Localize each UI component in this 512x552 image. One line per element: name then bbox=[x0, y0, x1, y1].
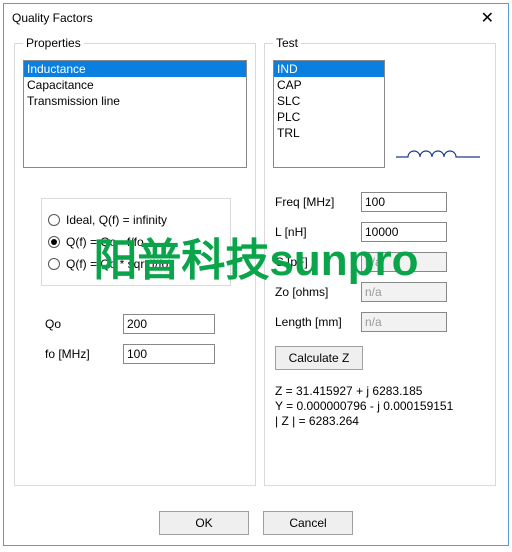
properties-group: Properties Inductance Capacitance Transm… bbox=[14, 36, 256, 486]
ok-button[interactable]: OK bbox=[159, 511, 249, 535]
q-model-radio-group: Ideal, Q(f) = infinity Q(f) = Qo · f/fo … bbox=[41, 198, 231, 286]
result-y: Y = 0.000000796 - j 0.000159151 bbox=[275, 399, 487, 414]
dialog-footer: OK Cancel bbox=[4, 511, 508, 535]
list-item[interactable]: CAP bbox=[274, 77, 384, 93]
test-fields: Freq [MHz] L [nH] C [pF] Zo [ohms] Lengt… bbox=[273, 192, 487, 332]
freq-label: Freq [MHz] bbox=[273, 195, 361, 209]
freq-input[interactable] bbox=[361, 192, 447, 212]
radio-icon bbox=[48, 214, 60, 226]
calculate-button[interactable]: Calculate Z bbox=[275, 346, 363, 370]
radio-label: Ideal, Q(f) = infinity bbox=[66, 213, 167, 227]
fo-label: fo [MHz] bbox=[45, 347, 123, 361]
list-item[interactable]: PLC bbox=[274, 109, 384, 125]
list-item[interactable]: Inductance bbox=[24, 61, 246, 77]
radio-icon bbox=[48, 258, 60, 270]
result-z: Z = 31.415927 + j 6283.185 bbox=[275, 384, 487, 399]
zo-label: Zo [ohms] bbox=[273, 285, 361, 299]
c-label: C [pF] bbox=[273, 255, 361, 269]
results-block: Z = 31.415927 + j 6283.185 Y = 0.0000007… bbox=[273, 384, 487, 429]
length-input bbox=[361, 312, 447, 332]
radio-label: Q(f) = Qo * sqrt(f/fo) bbox=[66, 257, 172, 271]
test-legend: Test bbox=[273, 36, 301, 50]
qo-label: Qo bbox=[45, 317, 123, 331]
list-item[interactable]: Capacitance bbox=[24, 77, 246, 93]
dialog-window: Quality Factors ✕ Properties Inductance … bbox=[3, 3, 509, 546]
titlebar: Quality Factors ✕ bbox=[4, 4, 508, 32]
radio-linear[interactable]: Q(f) = Qo · f/fo bbox=[48, 231, 224, 253]
qo-input[interactable] bbox=[123, 314, 215, 334]
content-area: Properties Inductance Capacitance Transm… bbox=[4, 32, 508, 486]
radio-ideal[interactable]: Ideal, Q(f) = infinity bbox=[48, 209, 224, 231]
cancel-button[interactable]: Cancel bbox=[263, 511, 353, 535]
fo-input[interactable] bbox=[123, 344, 215, 364]
l-label: L [nH] bbox=[273, 225, 361, 239]
close-icon[interactable]: ✕ bbox=[475, 8, 500, 28]
test-group: Test IND CAP SLC PLC TRL Freq [MHz] bbox=[264, 36, 496, 486]
zo-input bbox=[361, 282, 447, 302]
c-input bbox=[361, 252, 447, 272]
list-item[interactable]: SLC bbox=[274, 93, 384, 109]
result-absz: | Z | = 6283.264 bbox=[275, 414, 487, 429]
qo-fo-block: Qo fo [MHz] bbox=[45, 314, 247, 364]
radio-label: Q(f) = Qo · f/fo bbox=[66, 235, 144, 249]
radio-sqrt[interactable]: Q(f) = Qo * sqrt(f/fo) bbox=[48, 253, 224, 275]
properties-listbox[interactable]: Inductance Capacitance Transmission line bbox=[23, 60, 247, 168]
list-item[interactable]: TRL bbox=[274, 125, 384, 141]
list-item[interactable]: IND bbox=[274, 61, 384, 77]
l-input[interactable] bbox=[361, 222, 447, 242]
list-item[interactable]: Transmission line bbox=[24, 93, 246, 109]
inductor-icon bbox=[394, 143, 482, 166]
radio-icon bbox=[48, 236, 60, 248]
properties-legend: Properties bbox=[23, 36, 84, 50]
length-label: Length [mm] bbox=[273, 315, 361, 329]
test-listbox[interactable]: IND CAP SLC PLC TRL bbox=[273, 60, 385, 168]
window-title: Quality Factors bbox=[12, 11, 475, 25]
